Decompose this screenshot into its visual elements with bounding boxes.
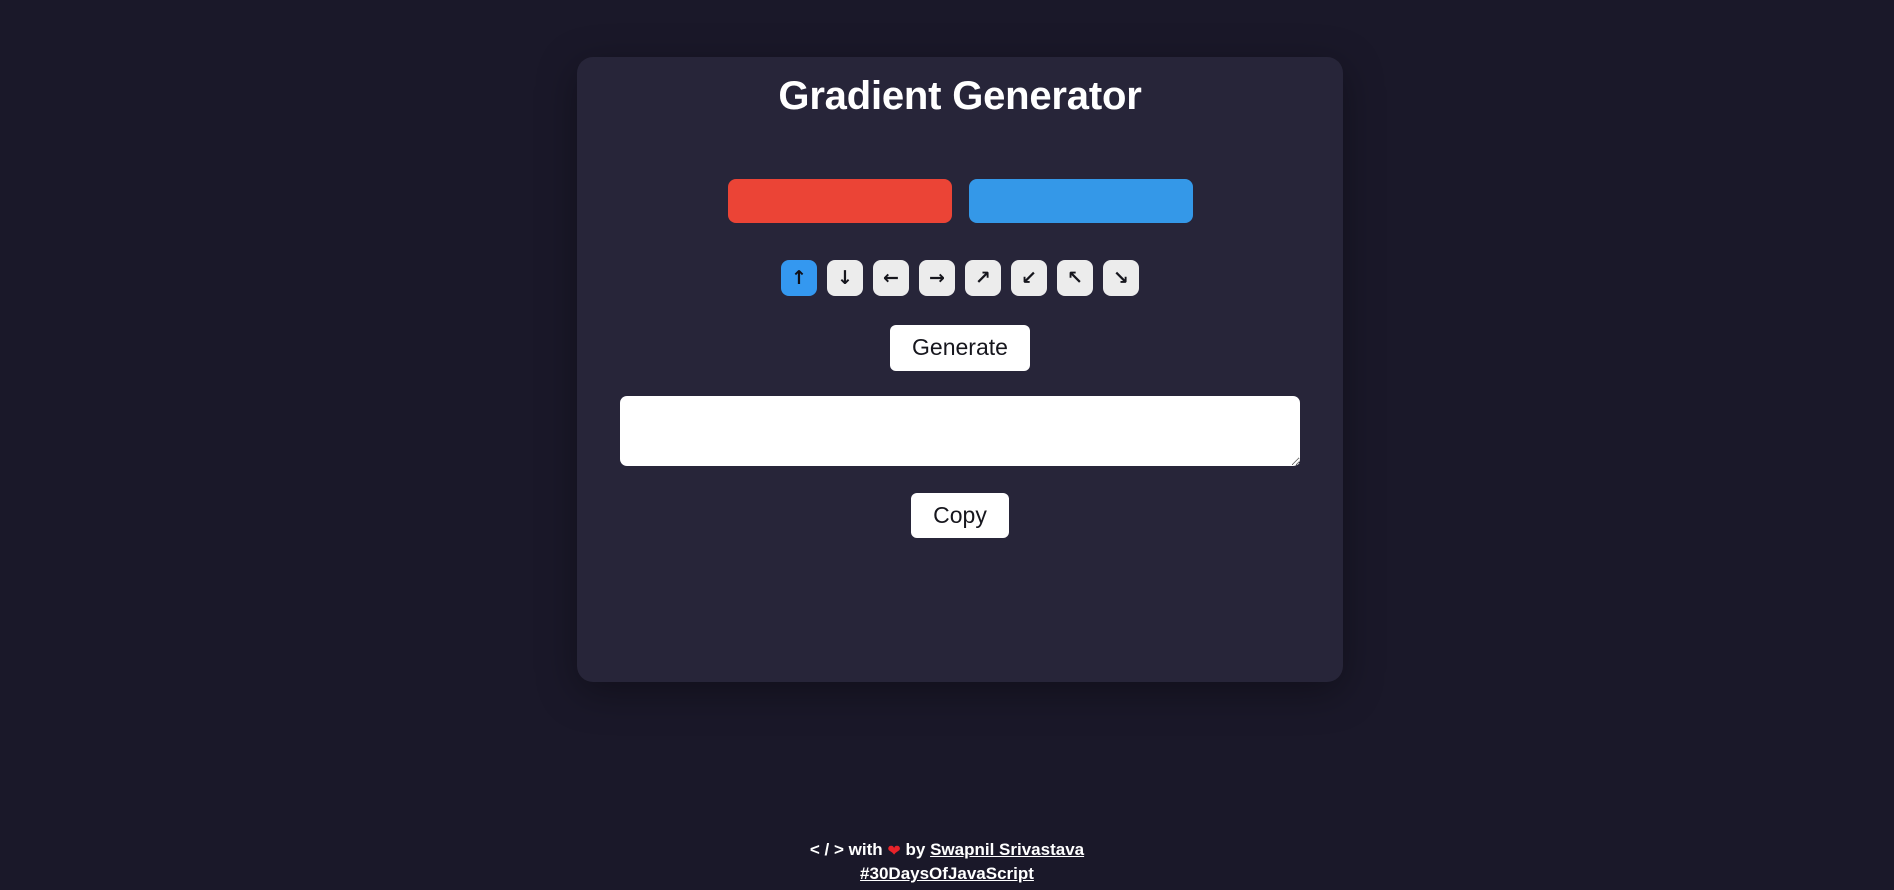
- direction-up-right-button[interactable]: ↗: [965, 260, 1001, 296]
- footer-code-prefix: < / > with: [809, 840, 883, 859]
- direction-button-row: ↑ ↓ ← → ↗ ↙ ↖ ↘: [577, 260, 1343, 296]
- gradient-output-textarea[interactable]: [620, 395, 1300, 466]
- author-link[interactable]: Swapnil Srivastava: [930, 840, 1084, 859]
- color-swatch-two[interactable]: [968, 179, 1193, 223]
- hashtag-link[interactable]: #30DaysOfJavaScript: [860, 864, 1034, 883]
- direction-down-right-button[interactable]: ↘: [1103, 260, 1139, 296]
- footer-credit-line: < / > with ❤ by Swapnil Srivastava: [0, 838, 1894, 862]
- gradient-generator-card: Gradient Generator ↑ ↓ ← → ↗ ↙ ↖ ↘ Gener…: [577, 57, 1343, 682]
- heart-icon: ❤: [887, 841, 901, 860]
- generate-button[interactable]: Generate: [890, 325, 1030, 371]
- direction-down-button[interactable]: ↓: [827, 260, 863, 296]
- generate-button-row: Generate: [577, 325, 1343, 371]
- direction-left-button[interactable]: ←: [873, 260, 909, 296]
- copy-button-row: Copy: [577, 492, 1343, 539]
- copy-button[interactable]: Copy: [911, 492, 1009, 539]
- gradient-output-row: [577, 395, 1343, 466]
- direction-up-button[interactable]: ↑: [781, 260, 817, 296]
- direction-right-button[interactable]: →: [919, 260, 955, 296]
- page-title: Gradient Generator: [778, 74, 1142, 118]
- direction-down-left-button[interactable]: ↙: [1011, 260, 1047, 296]
- color-picker-row: [577, 179, 1343, 223]
- footer-hashtag-line: #30DaysOfJavaScript: [0, 862, 1894, 886]
- direction-up-left-button[interactable]: ↖: [1057, 260, 1093, 296]
- footer-by-text: by: [905, 840, 926, 859]
- color-swatch-one[interactable]: [727, 179, 952, 223]
- site-footer: < / > with ❤ by Swapnil Srivastava #30Da…: [0, 838, 1894, 886]
